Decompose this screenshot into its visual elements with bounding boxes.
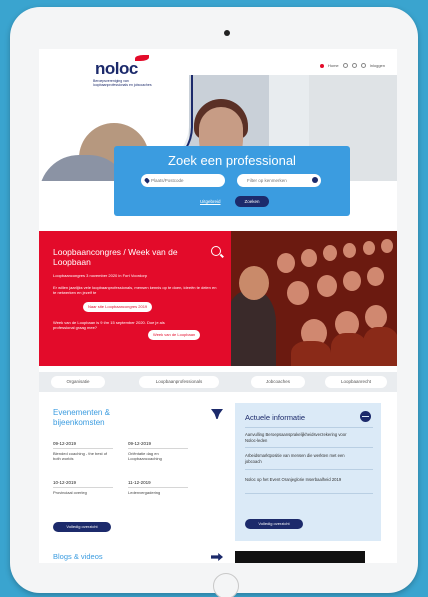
week-button[interactable]: Week van de Loopbaan	[148, 330, 201, 340]
news-panel: Actuele informatie Aanvulling Beroepsaan…	[235, 403, 381, 541]
pin-icon	[211, 409, 223, 419]
blogs-heading[interactable]: Blogs & videos	[53, 552, 103, 561]
arrow-icon	[211, 553, 223, 561]
search-title: Zoek een professional	[168, 153, 296, 168]
news-item[interactable]: Noloc op het Event Oranjeglorie Inserbaa…	[245, 477, 355, 483]
info-icon[interactable]	[312, 177, 318, 183]
category-tabs: Organisatie Loopbaanprofessionals Jobcoa…	[39, 372, 397, 392]
event-date: 09-12-2019	[128, 441, 152, 446]
nav-home-link[interactable]: Home	[328, 63, 339, 68]
divider	[245, 469, 373, 470]
promo-text-2: Er willen jaarlijks vele loopbaanprofess…	[53, 285, 217, 295]
tab-jobcoaches[interactable]: Jobcoaches	[251, 376, 305, 388]
event-title[interactable]: Oriëntatie dag en Loopbaancoaching	[128, 451, 184, 461]
divider	[245, 493, 373, 494]
event-title[interactable]: Provinciaal overleg	[53, 490, 109, 495]
search-panel: Zoek een professional Uitgebreid Zoeken	[114, 146, 350, 216]
promo-title: Loopbaancongres / Week van de Loopbaan	[53, 247, 178, 267]
news-heading: Actuele informatie	[245, 413, 306, 422]
logo-subtitle: Beroepsvereniging van loopbaanprofession…	[93, 79, 152, 87]
event-date: 11-12-2019	[128, 480, 151, 485]
nav-login-link[interactable]: Inloggen	[370, 63, 385, 68]
congres-button[interactable]: Naar site Loopbaancongres 2019	[83, 302, 153, 312]
logo-swoosh-icon	[135, 55, 149, 61]
tablet-frame: noloc Home Inloggen Beroepsvereniging va…	[10, 7, 418, 597]
news-overview-button[interactable]: Volledig overzicht	[245, 519, 303, 529]
divider	[245, 447, 373, 448]
divider	[128, 448, 188, 449]
divider	[128, 487, 188, 488]
search-icon[interactable]	[351, 63, 357, 68]
event-date: 10-12-2019	[53, 480, 77, 485]
site-header: noloc Home Inloggen	[39, 49, 397, 78]
location-input[interactable]	[141, 174, 225, 187]
magnifier-icon	[211, 246, 221, 256]
event-date: 09-12-2019	[53, 441, 77, 446]
news-item[interactable]: Arbeidsmarktpositie van mensen die werkt…	[245, 453, 355, 464]
video-thumbnail[interactable]	[235, 551, 365, 563]
events-overview-button[interactable]: Volledig overzicht	[53, 522, 111, 532]
news-item[interactable]: Aanvulling Beroepsaansprakelijkheidsverz…	[245, 432, 355, 443]
tab-organisatie[interactable]: Organisatie	[51, 376, 105, 388]
top-nav: Home Inloggen	[319, 63, 385, 68]
globe-icon	[360, 411, 371, 422]
divider	[53, 487, 113, 488]
event-title[interactable]: Blended coaching - the best of both worl…	[53, 451, 109, 461]
events-heading[interactable]: Evenementen & bijeenkomsten	[53, 408, 149, 428]
advanced-search-link[interactable]: Uitgebreid	[200, 199, 221, 204]
promo-text-3: Week van de Loopbaan is 9 t/m 15 septemb…	[53, 320, 165, 330]
promo-panel: Loopbaancongres / Week van de Loopbaan L…	[39, 231, 231, 366]
camera-icon	[224, 30, 230, 36]
filter-input[interactable]	[237, 174, 321, 187]
website-screen: noloc Home Inloggen Beroepsvereniging va…	[39, 49, 397, 563]
language-icon[interactable]	[342, 63, 348, 68]
crowd-photo	[231, 231, 397, 366]
event-title[interactable]: Ledenvergadering	[128, 490, 184, 495]
home-icon	[319, 63, 324, 68]
tab-loopbaanrecht[interactable]: Loopbaanrecht	[325, 376, 387, 388]
user-icon	[360, 63, 366, 68]
divider	[245, 427, 373, 428]
home-button[interactable]	[213, 573, 239, 597]
promo-text-1: Loopbaancongres 3 november 2020 in Fort …	[53, 273, 148, 278]
search-button[interactable]: Zoeken	[235, 196, 269, 207]
divider	[53, 448, 113, 449]
tab-loopbaanprofessionals[interactable]: Loopbaanprofessionals	[139, 376, 219, 388]
